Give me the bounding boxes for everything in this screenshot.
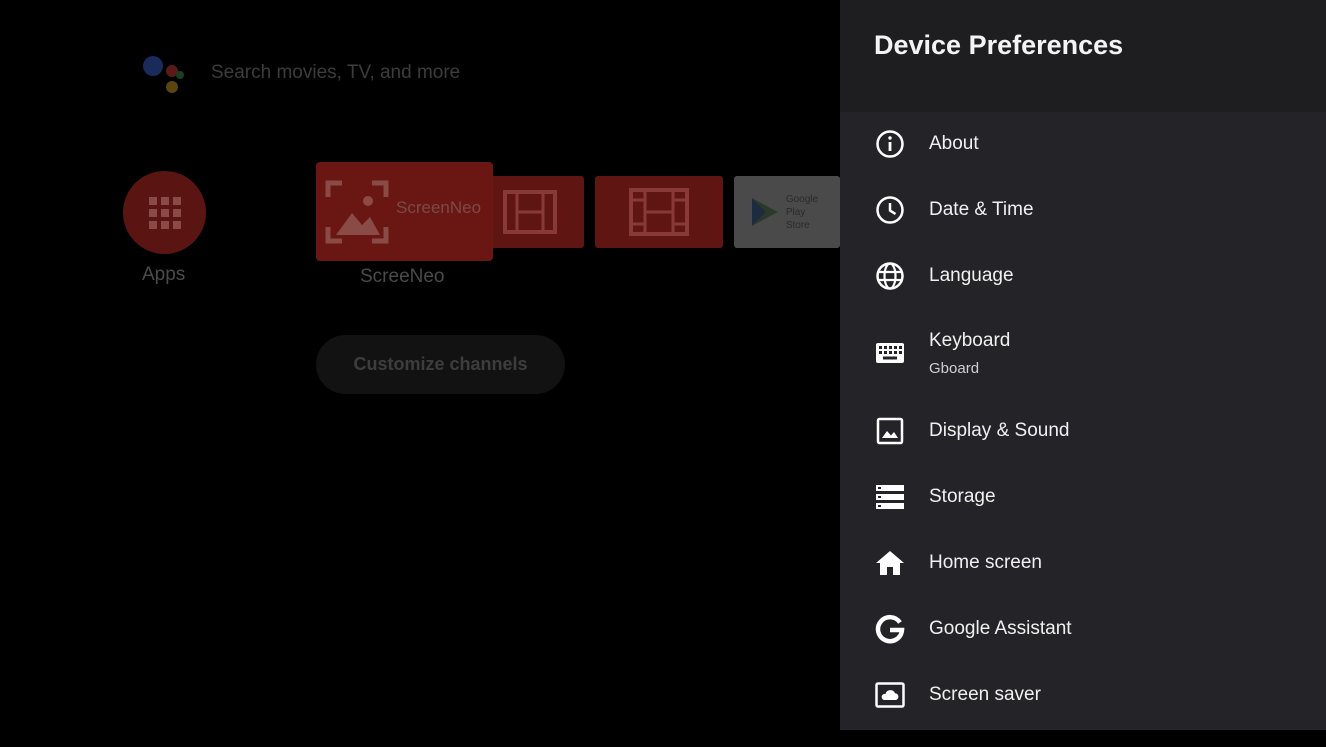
menu-item-home-screen[interactable]: Home screen (840, 533, 1326, 593)
google-icon (874, 613, 906, 645)
menu-item-date-time[interactable]: Date & Time (840, 180, 1326, 240)
grid-icon (148, 196, 181, 229)
screensaver-icon (874, 679, 906, 711)
featured-app-title: ScreenNeo (396, 198, 482, 217)
menu-item-storage[interactable]: Storage (840, 467, 1326, 527)
play-store-text-1: Google Play (785, 193, 819, 218)
menu-item-label: Screen saver (929, 684, 1041, 705)
info-icon (874, 128, 906, 160)
apps-label: Apps (142, 264, 186, 285)
menu-item-label: Home screen (929, 552, 1042, 573)
menu-item-label: Storage (929, 486, 996, 507)
menu-item-about[interactable]: About (840, 114, 1326, 174)
image-icon (874, 415, 906, 447)
customize-channels-button[interactable]: Customize channels (316, 335, 565, 394)
clock-icon (874, 194, 906, 226)
menu-item-label: Keyboard (929, 330, 1011, 351)
app-card-play-store[interactable]: Google Play Store (734, 176, 840, 248)
apps-button[interactable] (123, 171, 206, 254)
home-icon (874, 547, 906, 579)
play-store-icon (751, 198, 778, 226)
menu-item-display-sound[interactable]: Display & Sound (840, 401, 1326, 461)
menu-item-label: Language (929, 265, 1014, 286)
google-assistant-icon (143, 56, 184, 93)
menu-item-label: Date & Time (929, 199, 1034, 220)
panel-header: Device Preferences (840, 0, 1326, 112)
globe-icon (874, 260, 906, 292)
app-card-video-2[interactable] (595, 176, 723, 248)
keyboard-icon (874, 337, 906, 369)
menu-item-keyboard[interactable]: Keyboard Gboard (840, 320, 1326, 386)
play-store-text-2: Store (785, 219, 810, 231)
device-preferences-panel: Device Preferences About Date & Time Lan… (840, 0, 1326, 730)
featured-app-caption: ScreeNeo (360, 266, 445, 287)
storage-icon (874, 481, 906, 513)
menu-item-language[interactable]: Language (840, 246, 1326, 306)
panel-title: Device Preferences (874, 29, 1124, 60)
menu-item-google-assistant[interactable]: Google Assistant (840, 599, 1326, 659)
menu-item-label: Display & Sound (929, 420, 1070, 441)
menu-item-label: About (929, 133, 979, 154)
menu-item-screen-saver[interactable]: Screen saver (840, 665, 1326, 725)
menu-item-label: Google Assistant (929, 618, 1072, 639)
search-bar[interactable]: Search movies, TV, and more (211, 62, 460, 84)
home-screen-background: Search movies, TV, and more Apps Google … (0, 0, 840, 747)
film-icon (629, 188, 689, 236)
film-icon (503, 190, 557, 234)
menu-item-sublabel: Gboard (929, 360, 980, 377)
bottom-edge (840, 730, 1326, 747)
image-placeholder-icon (325, 180, 389, 243)
